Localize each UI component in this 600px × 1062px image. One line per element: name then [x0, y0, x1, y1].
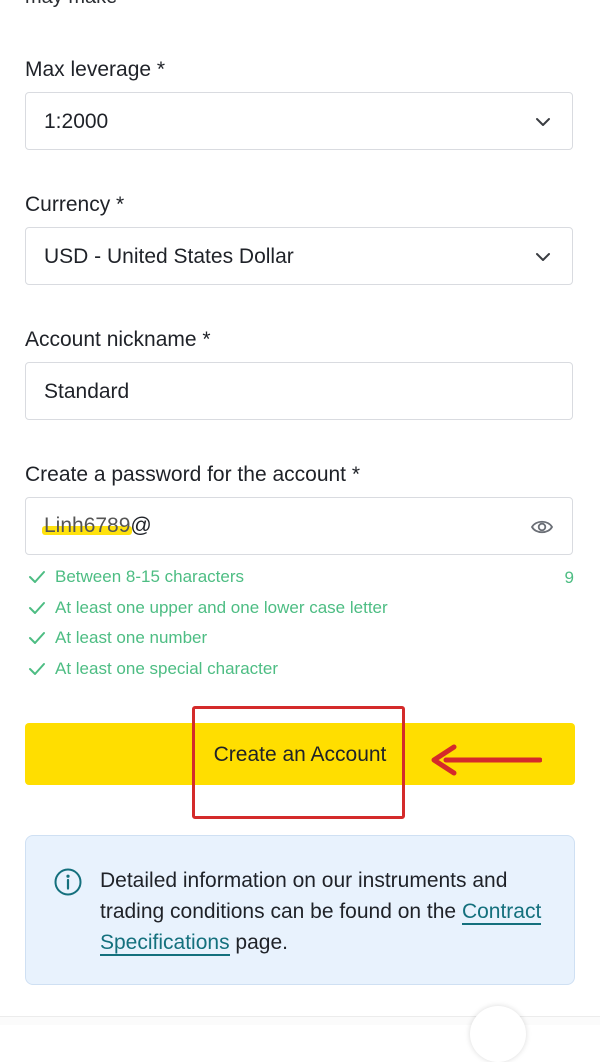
rule-length: Between 8-15 characters: [27, 567, 244, 587]
check-icon: [29, 663, 45, 675]
truncated-text: may make: [25, 0, 117, 9]
info-text: Detailed information on our instruments …: [100, 869, 542, 956]
password-value: Linh6789@: [42, 514, 152, 538]
check-icon: [29, 602, 45, 614]
password-length-counter: 9: [564, 568, 574, 587]
chevron-down-icon: [536, 253, 550, 261]
check-icon: [29, 571, 45, 583]
leverage-select[interactable]: 1:2000: [25, 92, 573, 150]
nickname-label: Account nickname *: [25, 328, 211, 351]
leverage-value: 1:2000: [44, 110, 109, 133]
password-input[interactable]: Linh6789@: [25, 497, 573, 555]
arrow-left-icon: [431, 744, 542, 776]
redaction-highlight: Linh6789: [42, 514, 133, 537]
rule-case: At least one upper and one lower case le…: [27, 598, 388, 618]
rule-number: At least one number: [27, 628, 207, 648]
floating-button[interactable]: [470, 1006, 526, 1062]
nickname-input[interactable]: Standard: [25, 362, 573, 420]
info-icon: [54, 868, 82, 896]
eye-icon[interactable]: [530, 517, 554, 537]
check-icon: [29, 632, 45, 644]
password-suffix: @: [130, 514, 152, 537]
currency-select[interactable]: USD - United States Dollar: [25, 227, 573, 285]
nickname-value: Standard: [44, 380, 130, 403]
leverage-label: Max leverage *: [25, 58, 166, 81]
currency-label: Currency *: [25, 193, 125, 216]
annotation-box: [192, 706, 405, 819]
chevron-down-icon: [536, 118, 550, 126]
rule-special: At least one special character: [27, 659, 278, 679]
info-panel: Detailed information on our instruments …: [25, 835, 575, 985]
password-label: Create a password for the account *: [25, 463, 361, 486]
currency-value: USD - United States Dollar: [44, 245, 294, 268]
